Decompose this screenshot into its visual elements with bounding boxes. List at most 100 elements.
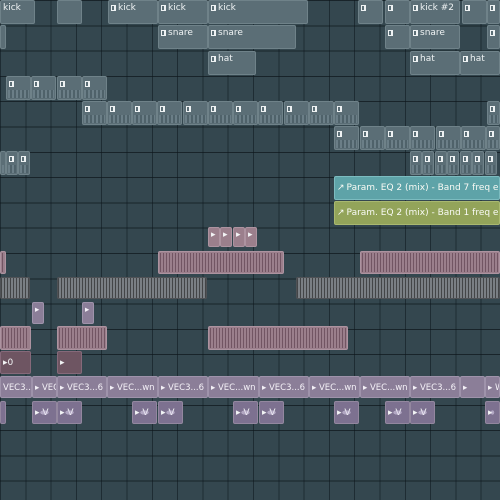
pattern-clip[interactable] [183, 101, 208, 125]
pattern-clip[interactable] [385, 0, 410, 24]
pattern-clip[interactable] [410, 126, 435, 150]
audio-clip[interactable]: ▸ V [334, 401, 359, 424]
pattern-clip[interactable] [57, 76, 82, 100]
pattern-icon [475, 156, 480, 162]
pattern-clip[interactable] [208, 101, 233, 125]
pattern-clip[interactable] [358, 0, 383, 24]
pattern-clip-kick[interactable]: kick [0, 0, 35, 24]
audio-clip[interactable] [57, 277, 207, 299]
playlist-grid[interactable]: kick kick kick kick kick #2 snare snare … [0, 0, 500, 500]
pattern-clip[interactable] [31, 76, 56, 100]
pattern-clip-kick2[interactable]: kick #2 [410, 0, 460, 24]
pattern-clip[interactable] [18, 151, 30, 175]
audio-clip[interactable]: ▸ [485, 401, 500, 424]
clip-label: kick [118, 3, 136, 13]
pattern-clip-kick[interactable]: kick [108, 0, 158, 24]
pattern-clip[interactable] [487, 25, 500, 49]
audio-clip-vec[interactable]: ▸ VEC3...6 #2 [158, 376, 208, 398]
pattern-clip[interactable] [157, 101, 182, 125]
audio-clip-vec[interactable]: ▸ VEC...wn 06 [360, 376, 410, 398]
audio-clip[interactable]: ▸ V [132, 401, 157, 424]
audio-clip-icon: ▸ [223, 230, 228, 240]
pattern-clip[interactable] [485, 151, 497, 175]
pattern-icon [111, 5, 116, 11]
audio-clip[interactable]: ▸0 [0, 351, 31, 374]
pattern-clip[interactable] [461, 126, 486, 150]
pattern-clip[interactable] [82, 101, 107, 125]
pattern-clip[interactable] [360, 126, 385, 150]
audio-clip-vec[interactable]: ▸ VEC3...6 #2 [57, 376, 107, 398]
pattern-clip[interactable] [436, 126, 461, 150]
pattern-clip[interactable] [6, 151, 18, 175]
pattern-clip[interactable] [82, 76, 107, 100]
pattern-icon [236, 106, 241, 112]
audio-clip[interactable]: ▸ V [32, 401, 57, 424]
audio-clip[interactable]: ▸ [82, 302, 94, 324]
pattern-clip-kick[interactable]: kick [158, 0, 208, 24]
audio-clip[interactable]: ▸ [220, 227, 232, 247]
audio-clip[interactable]: ▸ [32, 302, 44, 324]
audio-clip[interactable]: ▸ W [485, 376, 500, 398]
audio-clip-vec[interactable]: ▸ VEC [32, 376, 57, 398]
pattern-clip[interactable] [487, 101, 500, 125]
pattern-clip[interactable] [385, 25, 410, 49]
audio-clip[interactable] [360, 251, 500, 274]
pattern-clip[interactable] [284, 101, 309, 125]
audio-clip-vec[interactable]: ▸ VEC3...6 #2 [259, 376, 309, 398]
audio-clip[interactable]: ▸ [233, 227, 245, 247]
pattern-clip[interactable] [472, 151, 484, 175]
audio-clip[interactable]: ▸ V [410, 401, 435, 424]
pattern-clip[interactable] [0, 25, 6, 49]
pattern-clip[interactable] [132, 101, 157, 125]
pattern-clip[interactable] [309, 101, 334, 125]
audio-clip[interactable]: ▸ V [57, 401, 82, 424]
pattern-clip[interactable] [233, 101, 258, 125]
audio-clip-vec[interactable]: ▸ VEC3...6 #2 [410, 376, 460, 398]
audio-clip-vec[interactable]: ▸ VEC...wn 06 [107, 376, 158, 398]
pattern-clip-snare[interactable]: snare [410, 25, 460, 49]
audio-clip-vec[interactable]: ▸ VEC...wn 06 [309, 376, 360, 398]
audio-clip[interactable]: ▸ V [233, 401, 258, 424]
pattern-clip-snare[interactable]: snare [208, 25, 296, 49]
audio-clip[interactable]: ▸ [245, 227, 257, 247]
audio-clip[interactable]: ▸ [208, 227, 220, 247]
pattern-clip[interactable] [460, 151, 472, 175]
audio-clip[interactable] [296, 277, 500, 299]
pattern-clip[interactable] [334, 126, 359, 150]
automation-clip-band7[interactable]: ↗ Param. EQ 2 (mix) - Band 7 freq enve [334, 176, 500, 200]
audio-clip[interactable] [0, 277, 30, 299]
audio-clip[interactable] [208, 326, 348, 350]
pattern-clip-hat[interactable]: hat [460, 51, 500, 75]
audio-clip[interactable] [0, 326, 31, 350]
audio-clip[interactable] [57, 326, 107, 350]
audio-clip[interactable]: ▸ [460, 376, 485, 398]
pattern-clip-hat[interactable]: hat [410, 51, 460, 75]
audio-clip[interactable] [0, 401, 6, 424]
pattern-clip[interactable] [334, 101, 359, 125]
pattern-clip[interactable] [462, 0, 487, 24]
audio-clip[interactable]: ▸ [57, 351, 82, 374]
clip-label: kick [218, 3, 236, 13]
audio-clip-vec[interactable]: VEC3...6 #2 [0, 376, 32, 398]
audio-clip[interactable]: ▸ V [385, 401, 410, 424]
pattern-clip[interactable] [385, 126, 410, 150]
pattern-clip[interactable] [486, 126, 500, 150]
pattern-clip[interactable] [487, 0, 500, 24]
pattern-clip[interactable] [258, 101, 283, 125]
pattern-clip[interactable] [107, 101, 132, 125]
pattern-clip-kick[interactable]: kick [208, 0, 308, 24]
pattern-clip[interactable] [6, 76, 31, 100]
pattern-clip-hat[interactable]: hat [208, 51, 256, 75]
pattern-clip[interactable] [447, 151, 459, 175]
audio-clip[interactable]: ▸ V [259, 401, 284, 424]
pattern-clip-snare[interactable]: snare [158, 25, 208, 49]
pattern-clip[interactable] [57, 0, 82, 24]
audio-clip[interactable] [0, 251, 6, 274]
pattern-clip[interactable] [422, 151, 434, 175]
pattern-clip[interactable] [435, 151, 447, 175]
audio-clip[interactable] [158, 251, 284, 274]
audio-clip-vec[interactable]: ▸ VEC...wn 06 [208, 376, 259, 398]
pattern-clip[interactable] [410, 151, 422, 175]
automation-clip-band1[interactable]: ↗ Param. EQ 2 (mix) - Band 1 freq enve [334, 201, 500, 225]
audio-clip[interactable]: ▸ V [158, 401, 183, 424]
